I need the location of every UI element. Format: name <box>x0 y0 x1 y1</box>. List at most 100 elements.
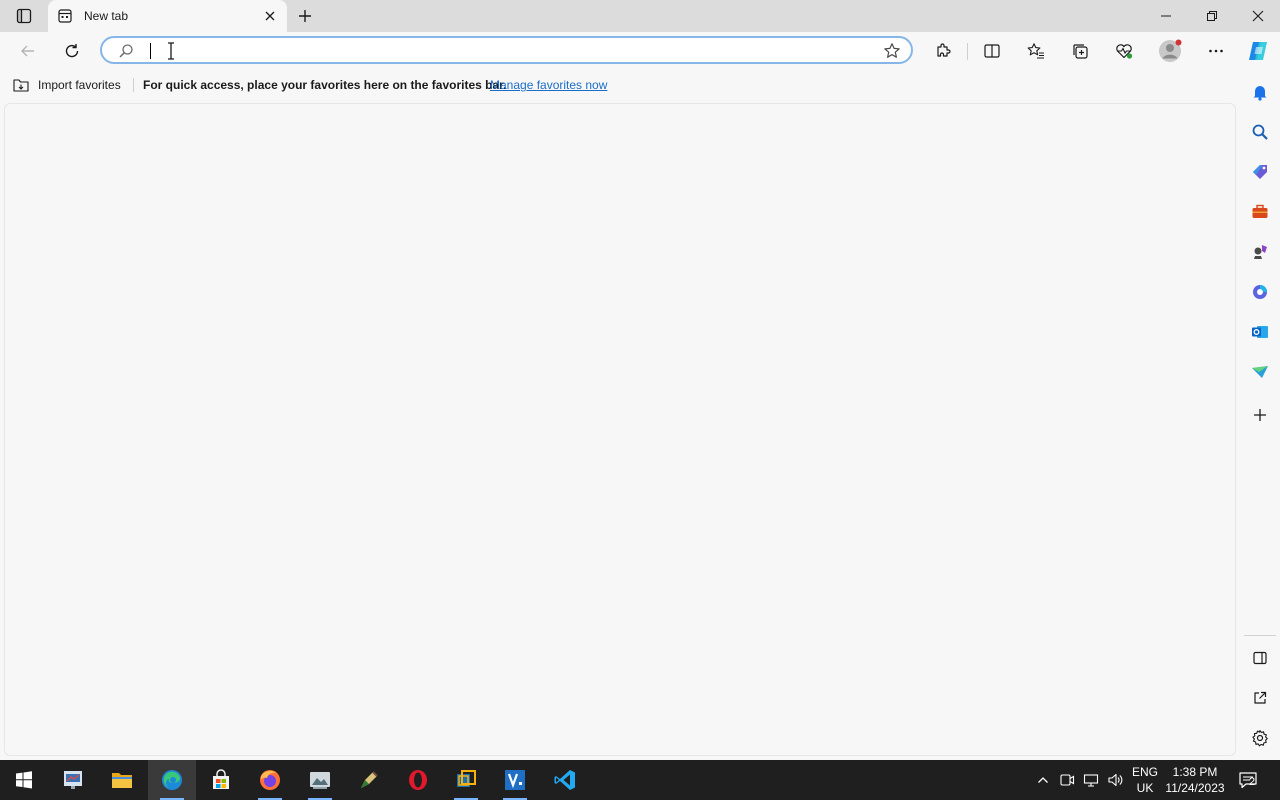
copilot-icon <box>1249 42 1267 60</box>
show-hidden-icons-chevron-icon[interactable] <box>1034 771 1052 789</box>
new-tab-page-icon <box>58 9 72 23</box>
performance-button[interactable] <box>1109 37 1139 65</box>
taskbar-vscode[interactable] <box>541 760 589 800</box>
language-indicator[interactable]: ENG UK <box>1128 764 1162 796</box>
drop-icon[interactable] <box>1248 360 1272 384</box>
add-favorite-star-icon[interactable] <box>882 42 902 60</box>
import-favorites-icon <box>13 79 29 92</box>
tab-title: New tab <box>84 9 129 23</box>
close-icon <box>1252 10 1264 22</box>
search-icon <box>118 43 134 59</box>
more-icon <box>1209 49 1223 53</box>
favorites-bar-message: For quick access, place your favorites h… <box>143 78 507 92</box>
import-favorites-label: Import favorites <box>38 78 121 92</box>
tools-briefcase-icon[interactable] <box>1248 200 1272 224</box>
clock-date: 11/24/2023 <box>1165 781 1225 795</box>
refresh-button[interactable] <box>58 37 86 65</box>
presentation-icon <box>64 771 82 789</box>
shopping-tag-icon[interactable] <box>1248 160 1272 184</box>
taskbar-opera[interactable] <box>394 760 442 800</box>
folder-icon <box>112 773 132 788</box>
extensions-button[interactable] <box>928 37 958 65</box>
start-button[interactable] <box>0 760 48 800</box>
close-window-button[interactable] <box>1236 0 1280 32</box>
windows-taskbar: ENG UK 1:38 PM 11/24/2023 2 <box>0 760 1280 800</box>
settings-gear-icon[interactable] <box>1248 726 1272 750</box>
sidebar-search-icon[interactable] <box>1248 120 1272 144</box>
taskbar-firefox[interactable] <box>246 760 294 800</box>
collections-icon <box>1073 44 1088 59</box>
outlook-icon[interactable] <box>1248 320 1272 344</box>
games-icon[interactable] <box>1248 240 1272 264</box>
tab-close-icon[interactable] <box>262 8 278 24</box>
taskbar-photo-app[interactable] <box>296 760 344 800</box>
page-content <box>4 103 1236 756</box>
navigation-toolbar <box>0 32 1280 70</box>
firefox-icon <box>260 770 280 790</box>
taskbar-edge[interactable] <box>148 760 196 800</box>
vscode-icon <box>554 770 575 790</box>
minimize-icon <box>1161 15 1171 17</box>
text-cursor-icon <box>166 41 176 61</box>
external-link-icon[interactable] <box>1248 686 1272 710</box>
volume-icon[interactable] <box>1106 771 1124 789</box>
tab-strip: New tab <box>0 0 1280 32</box>
favorites-icon <box>1027 43 1044 59</box>
performance-icon <box>1116 44 1133 59</box>
pen-tool-icon <box>361 771 378 788</box>
text-caret <box>150 43 151 59</box>
favorites-button[interactable] <box>1021 37 1051 65</box>
back-button[interactable] <box>14 37 42 65</box>
meet-now-icon[interactable] <box>1058 771 1076 789</box>
split-screen-button[interactable] <box>977 37 1007 65</box>
favorites-bar-divider <box>133 78 134 92</box>
taskbar-file-explorer[interactable] <box>98 760 146 800</box>
profile-icon <box>1159 39 1182 62</box>
restore-button[interactable] <box>1190 0 1234 32</box>
profile-button[interactable] <box>1155 37 1185 65</box>
extensions-icon <box>937 43 951 57</box>
store-icon <box>213 769 229 789</box>
taskbar-presentation-app[interactable] <box>49 760 97 800</box>
windows-logo-icon <box>16 771 32 789</box>
network-icon[interactable] <box>1082 771 1100 789</box>
clock-time: 1:38 PM <box>1172 765 1218 779</box>
edge-icon <box>162 770 182 790</box>
hide-sidebar-icon[interactable] <box>1248 646 1272 670</box>
notification-bell-icon[interactable] <box>1248 80 1272 104</box>
new-tab-button[interactable] <box>294 4 316 28</box>
sidebar-divider <box>1244 635 1276 636</box>
add-icon[interactable] <box>1248 403 1272 427</box>
tab-new-tab[interactable]: New tab <box>48 0 287 32</box>
address-bar[interactable] <box>100 36 913 64</box>
tab-actions-icon[interactable] <box>8 4 40 28</box>
notification-count-badge: 2 <box>1249 776 1256 788</box>
copilot-button[interactable] <box>1243 37 1273 65</box>
favorites-bar: Import favorites For quick access, place… <box>0 70 1240 100</box>
photo-app-icon <box>310 772 330 789</box>
import-favorites-button[interactable]: Import favorites <box>12 76 121 94</box>
taskbar-pen-tool[interactable] <box>345 760 393 800</box>
refresh-icon <box>65 44 79 58</box>
toolbar-divider <box>967 43 968 60</box>
minimize-button[interactable] <box>1144 0 1188 32</box>
opera-icon <box>409 770 427 790</box>
address-input[interactable] <box>147 41 847 61</box>
taskbar-store[interactable] <box>197 760 245 800</box>
split-screen-icon <box>984 44 1000 58</box>
manage-favorites-link[interactable]: Manage favorites now <box>490 78 607 92</box>
language-code: ENG <box>1131 765 1158 779</box>
language-region: UK <box>1136 781 1154 795</box>
notification-center-button[interactable]: 2 <box>1236 768 1262 792</box>
system-clock[interactable]: 1:38 PM 11/24/2023 <box>1164 764 1226 796</box>
taskbar-virtualbox[interactable] <box>442 760 490 800</box>
taskbar-visio[interactable] <box>491 760 539 800</box>
restore-icon <box>1207 11 1217 21</box>
visio-icon <box>505 770 525 790</box>
settings-and-more-button[interactable] <box>1201 37 1231 65</box>
plus-icon <box>299 10 311 22</box>
collections-button[interactable] <box>1065 37 1095 65</box>
virtualbox-icon <box>457 770 476 787</box>
back-icon <box>21 45 34 57</box>
microsoft365-icon[interactable] <box>1248 280 1272 304</box>
